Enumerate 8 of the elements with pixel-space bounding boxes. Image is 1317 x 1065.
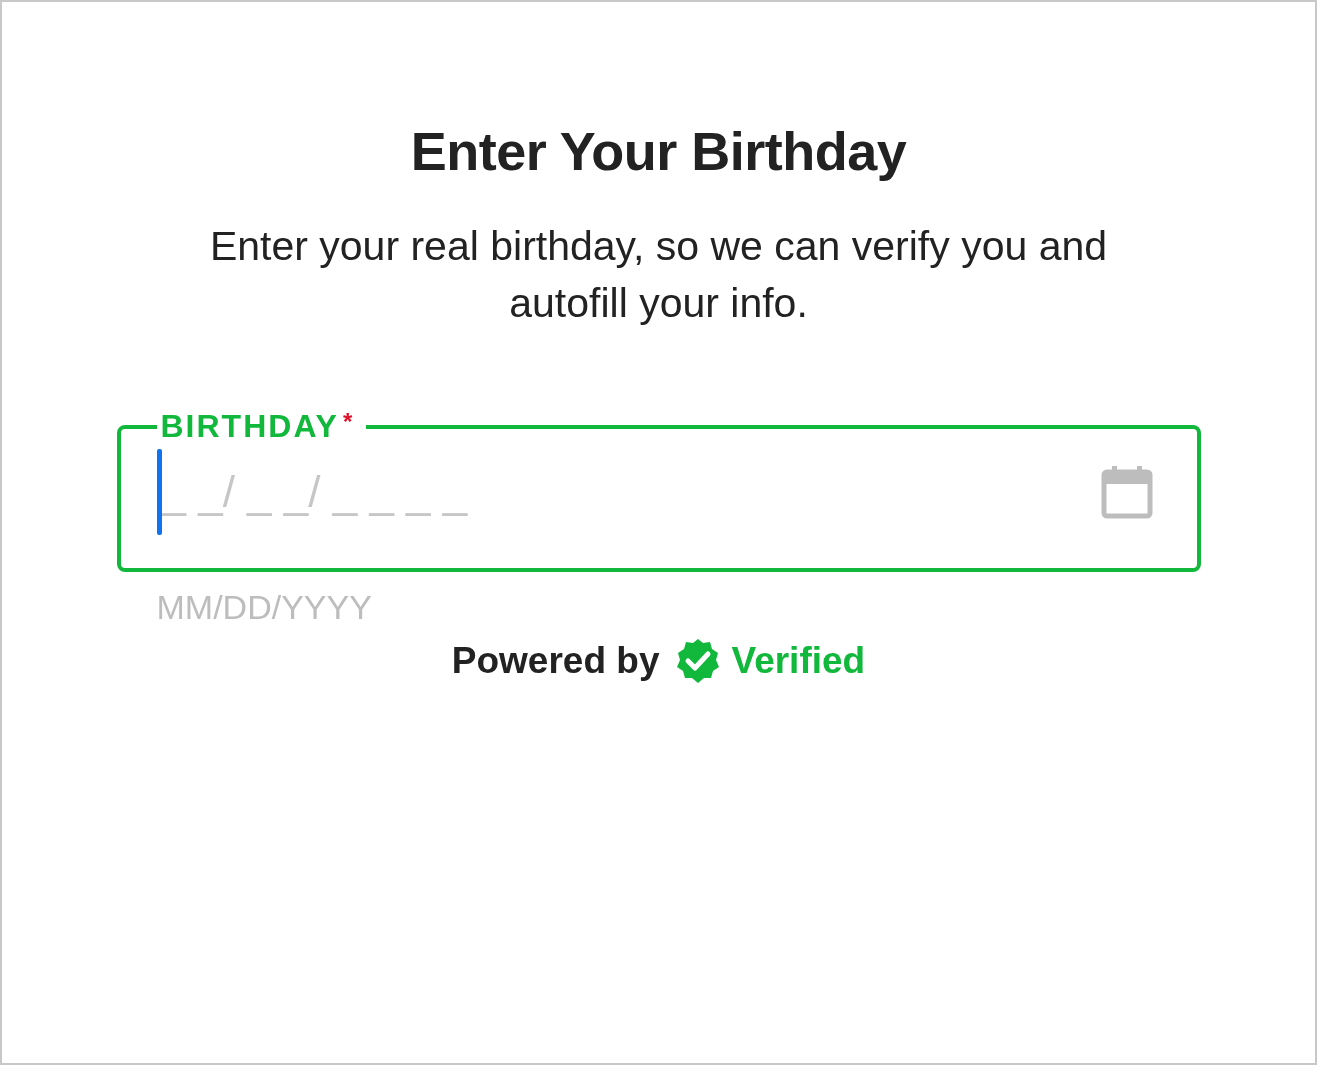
subtitle: Enter your real birthday, so we can verify you and autofill your info.	[208, 222, 1109, 328]
field-label: BIRTHDAY*	[159, 408, 356, 445]
date-input[interactable]: _ _/ _ _/ _ _ _ _	[161, 467, 1101, 517]
field-hint: MM/DD/YYYY	[156, 588, 373, 627]
brand-name: Verified	[731, 640, 866, 682]
powered-by-text: Powered by	[451, 640, 660, 682]
calendar-icon[interactable]	[1100, 463, 1153, 521]
page-title: Enter Your Birthday	[410, 120, 907, 182]
